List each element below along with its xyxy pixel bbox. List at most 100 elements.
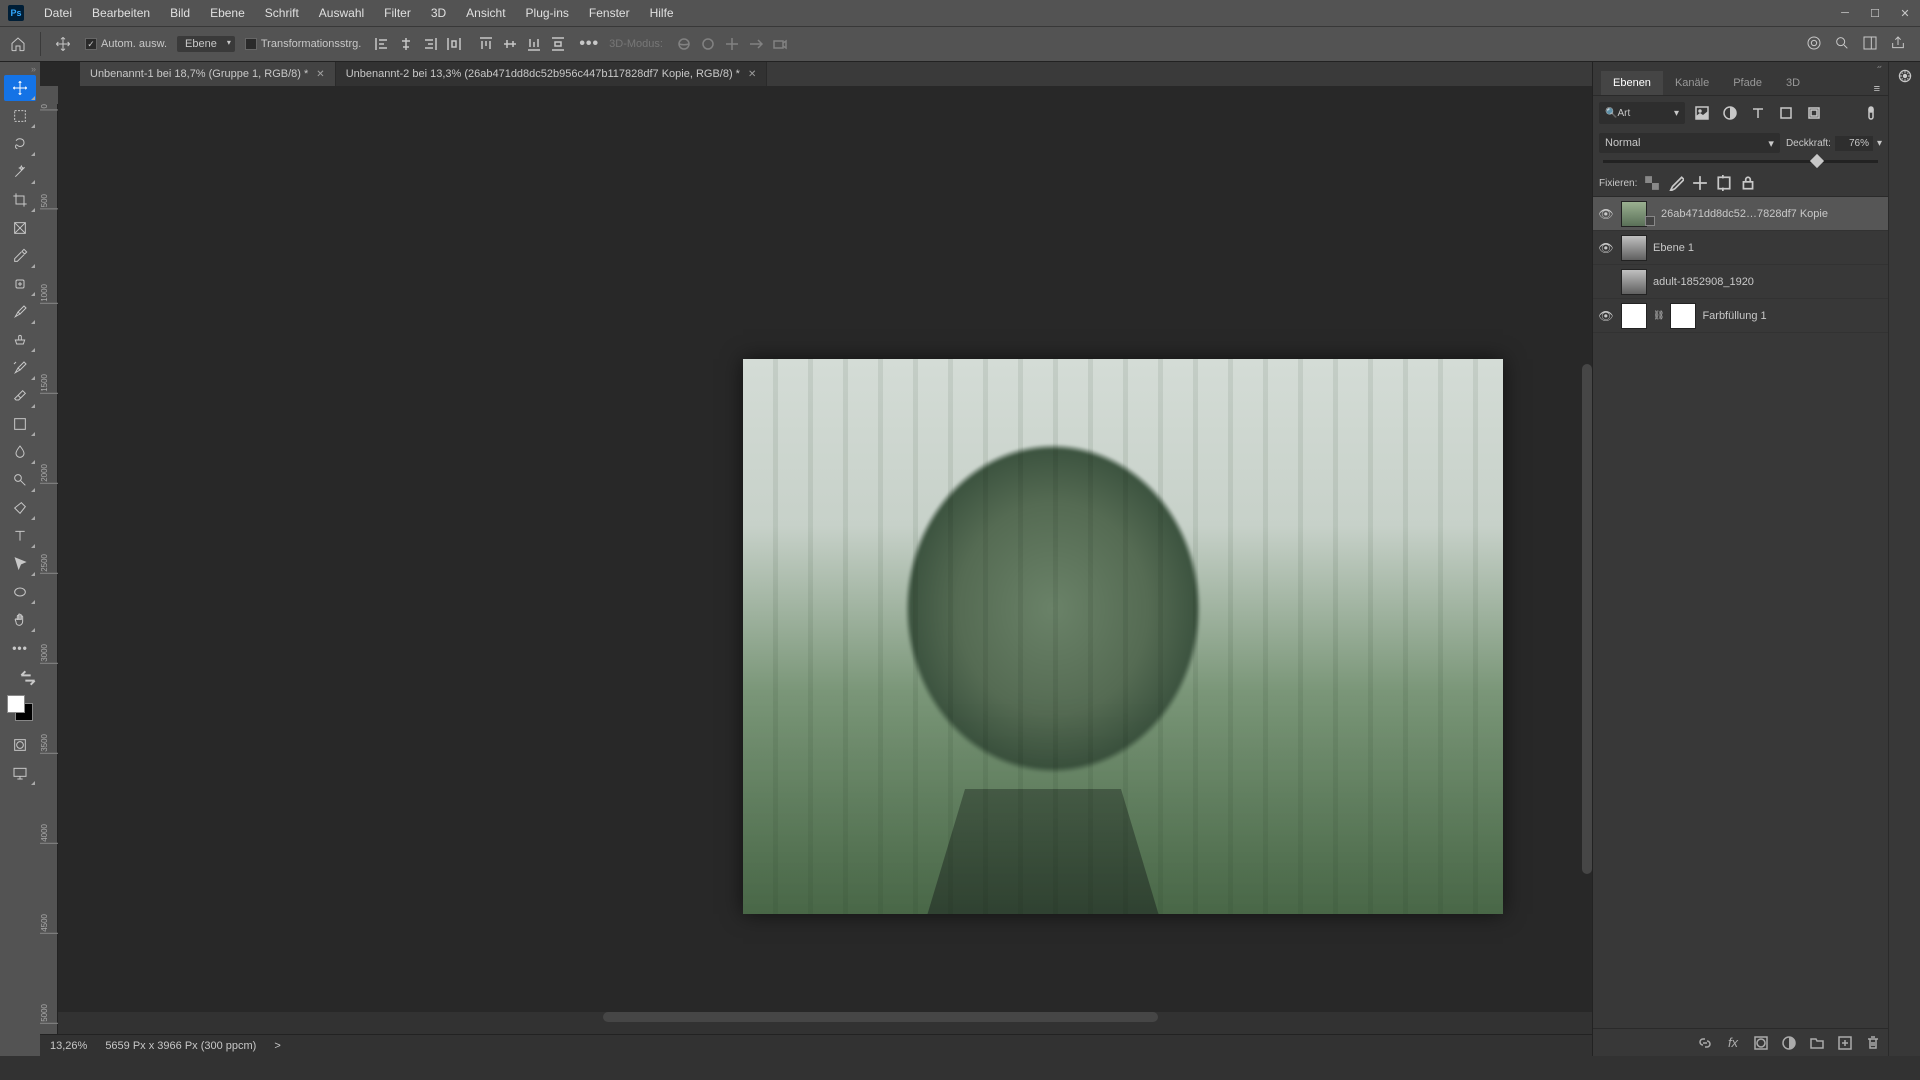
layer-row[interactable]: 👁 Ebene 1 bbox=[1593, 231, 1888, 265]
properties-panel-icon[interactable] bbox=[1897, 68, 1913, 87]
layer-name[interactable]: 26ab471dd8dc52…7828df7 Kopie bbox=[1661, 208, 1828, 220]
panel-tab-ebenen[interactable]: Ebenen bbox=[1601, 71, 1663, 95]
mask-link-icon[interactable]: ⛓ bbox=[1653, 310, 1664, 321]
layer-row[interactable]: adult-1852908_1920 bbox=[1593, 265, 1888, 299]
menu-3d[interactable]: 3D bbox=[421, 6, 456, 20]
align-top-icon[interactable] bbox=[475, 33, 497, 55]
menu-auswahl[interactable]: Auswahl bbox=[309, 6, 374, 20]
tab-close-icon[interactable]: ✕ bbox=[316, 69, 324, 80]
blend-mode-dropdown[interactable]: Normal▾ bbox=[1599, 133, 1780, 153]
hand-tool[interactable] bbox=[4, 607, 36, 633]
vertical-scrollbar[interactable] bbox=[1582, 364, 1592, 874]
magic-wand-tool[interactable] bbox=[4, 159, 36, 185]
viewport[interactable] bbox=[58, 104, 1592, 1034]
layer-name[interactable]: Farbfüllung 1 bbox=[1702, 310, 1766, 322]
workspace-icon[interactable] bbox=[1862, 35, 1878, 54]
filter-smartobject-icon[interactable] bbox=[1803, 102, 1825, 124]
type-tool[interactable] bbox=[4, 523, 36, 549]
layer-row[interactable]: 👁 26ab471dd8dc52…7828df7 Kopie bbox=[1593, 197, 1888, 231]
vertical-ruler[interactable]: 0500100015002000250030003500400045005000 bbox=[40, 104, 58, 1034]
menu-filter[interactable]: Filter bbox=[374, 6, 421, 20]
tab-close-icon[interactable]: ✕ bbox=[748, 69, 756, 80]
lock-pixels-icon[interactable] bbox=[1667, 174, 1685, 192]
move-tool-icon[interactable] bbox=[51, 32, 75, 56]
layer-thumbnail[interactable] bbox=[1621, 235, 1647, 261]
foreground-color[interactable] bbox=[7, 695, 25, 713]
quick-mask-icon[interactable] bbox=[4, 732, 36, 758]
share-icon[interactable] bbox=[1890, 35, 1906, 54]
new-group-icon[interactable] bbox=[1808, 1034, 1826, 1052]
lasso-tool[interactable] bbox=[4, 131, 36, 157]
history-brush-tool[interactable] bbox=[4, 355, 36, 381]
align-bottom-icon[interactable] bbox=[523, 33, 545, 55]
more-options-icon[interactable]: ••• bbox=[579, 35, 599, 53]
zoom-level[interactable]: 13,26% bbox=[50, 1040, 87, 1052]
status-arrow-icon[interactable]: > bbox=[274, 1040, 280, 1052]
visibility-toggle[interactable]: 👁 bbox=[1597, 239, 1615, 257]
align-center-v-icon[interactable] bbox=[499, 33, 521, 55]
canvas-artboard[interactable] bbox=[743, 359, 1503, 914]
filter-shape-icon[interactable] bbox=[1775, 102, 1797, 124]
transform-controls-checkbox[interactable]: Transformationsstrg. bbox=[245, 38, 361, 50]
shape-tool[interactable] bbox=[4, 579, 36, 605]
align-right-icon[interactable] bbox=[419, 33, 441, 55]
add-mask-icon[interactable] bbox=[1752, 1034, 1770, 1052]
ruler-origin[interactable] bbox=[40, 86, 58, 104]
opacity-value-input[interactable]: 76% bbox=[1835, 136, 1873, 151]
menu-datei[interactable]: Datei bbox=[34, 6, 82, 20]
adjustment-layer-icon[interactable] bbox=[1780, 1034, 1798, 1052]
opacity-dropdown-icon[interactable]: ▾ bbox=[1877, 138, 1882, 149]
clone-stamp-tool[interactable] bbox=[4, 327, 36, 353]
pen-tool[interactable] bbox=[4, 495, 36, 521]
path-selection-tool[interactable] bbox=[4, 551, 36, 577]
move-tool[interactable] bbox=[4, 75, 36, 101]
layer-style-icon[interactable]: fx bbox=[1724, 1034, 1742, 1052]
layer-mask-thumbnail[interactable] bbox=[1670, 303, 1696, 329]
lock-all-icon[interactable] bbox=[1739, 174, 1757, 192]
visibility-toggle[interactable]: 👁 bbox=[1597, 307, 1615, 325]
layer-thumbnail[interactable] bbox=[1621, 269, 1647, 295]
menu-bearbeiten[interactable]: Bearbeiten bbox=[82, 6, 160, 20]
swap-colors-icon[interactable] bbox=[20, 670, 36, 689]
minimize-button[interactable]: ─ bbox=[1830, 0, 1860, 26]
search-icon[interactable] bbox=[1834, 35, 1850, 54]
document-dimensions[interactable]: 5659 Px x 3966 Px (300 ppcm) bbox=[105, 1040, 256, 1052]
horizontal-scrollbar[interactable] bbox=[603, 1012, 1158, 1022]
layer-thumbnail[interactable] bbox=[1621, 201, 1647, 227]
layer-name[interactable]: Ebene 1 bbox=[1653, 242, 1694, 254]
panel-tab-pfade[interactable]: Pfade bbox=[1721, 71, 1774, 95]
color-swatches[interactable] bbox=[7, 695, 33, 721]
align-left-icon[interactable] bbox=[371, 33, 393, 55]
lock-position-icon[interactable] bbox=[1691, 174, 1709, 192]
filter-toggle-icon[interactable] bbox=[1860, 102, 1882, 124]
blur-tool[interactable] bbox=[4, 439, 36, 465]
crop-tool[interactable] bbox=[4, 187, 36, 213]
opacity-slider-thumb[interactable] bbox=[1810, 154, 1824, 168]
filter-adjustments-icon[interactable] bbox=[1719, 102, 1741, 124]
distribute-h-icon[interactable] bbox=[443, 33, 465, 55]
layer-row[interactable]: 👁 ⛓ Farbfüllung 1 bbox=[1593, 299, 1888, 333]
filter-type-icon[interactable] bbox=[1747, 102, 1769, 124]
opacity-slider[interactable] bbox=[1593, 156, 1888, 170]
menu-schrift[interactable]: Schrift bbox=[255, 6, 309, 20]
filter-pixels-icon[interactable] bbox=[1691, 102, 1713, 124]
panel-menu-icon[interactable]: ≡ bbox=[1866, 83, 1888, 95]
auto-select-target-dropdown[interactable]: Ebene bbox=[177, 36, 235, 52]
healing-brush-tool[interactable] bbox=[4, 271, 36, 297]
visibility-toggle[interactable] bbox=[1597, 273, 1615, 291]
menu-hilfe[interactable]: Hilfe bbox=[640, 6, 684, 20]
layer-thumbnail[interactable] bbox=[1621, 303, 1647, 329]
align-center-h-icon[interactable] bbox=[395, 33, 417, 55]
edit-toolbar-icon[interactable]: ••• bbox=[4, 635, 36, 661]
auto-select-checkbox[interactable]: Autom. ausw. bbox=[85, 38, 167, 50]
link-layers-icon[interactable] bbox=[1696, 1034, 1714, 1052]
visibility-toggle[interactable]: 👁 bbox=[1597, 205, 1615, 223]
toolbox-collapse-icon[interactable]: » bbox=[31, 64, 40, 74]
menu-ansicht[interactable]: Ansicht bbox=[456, 6, 515, 20]
new-layer-icon[interactable] bbox=[1836, 1034, 1854, 1052]
eyedropper-tool[interactable] bbox=[4, 243, 36, 269]
layer-filter-type-dropdown[interactable]: 🔍 Art ▾ bbox=[1599, 102, 1685, 124]
lock-artboard-icon[interactable] bbox=[1715, 174, 1733, 192]
menu-ebene[interactable]: Ebene bbox=[200, 6, 255, 20]
panel-tab-3d[interactable]: 3D bbox=[1774, 71, 1812, 95]
